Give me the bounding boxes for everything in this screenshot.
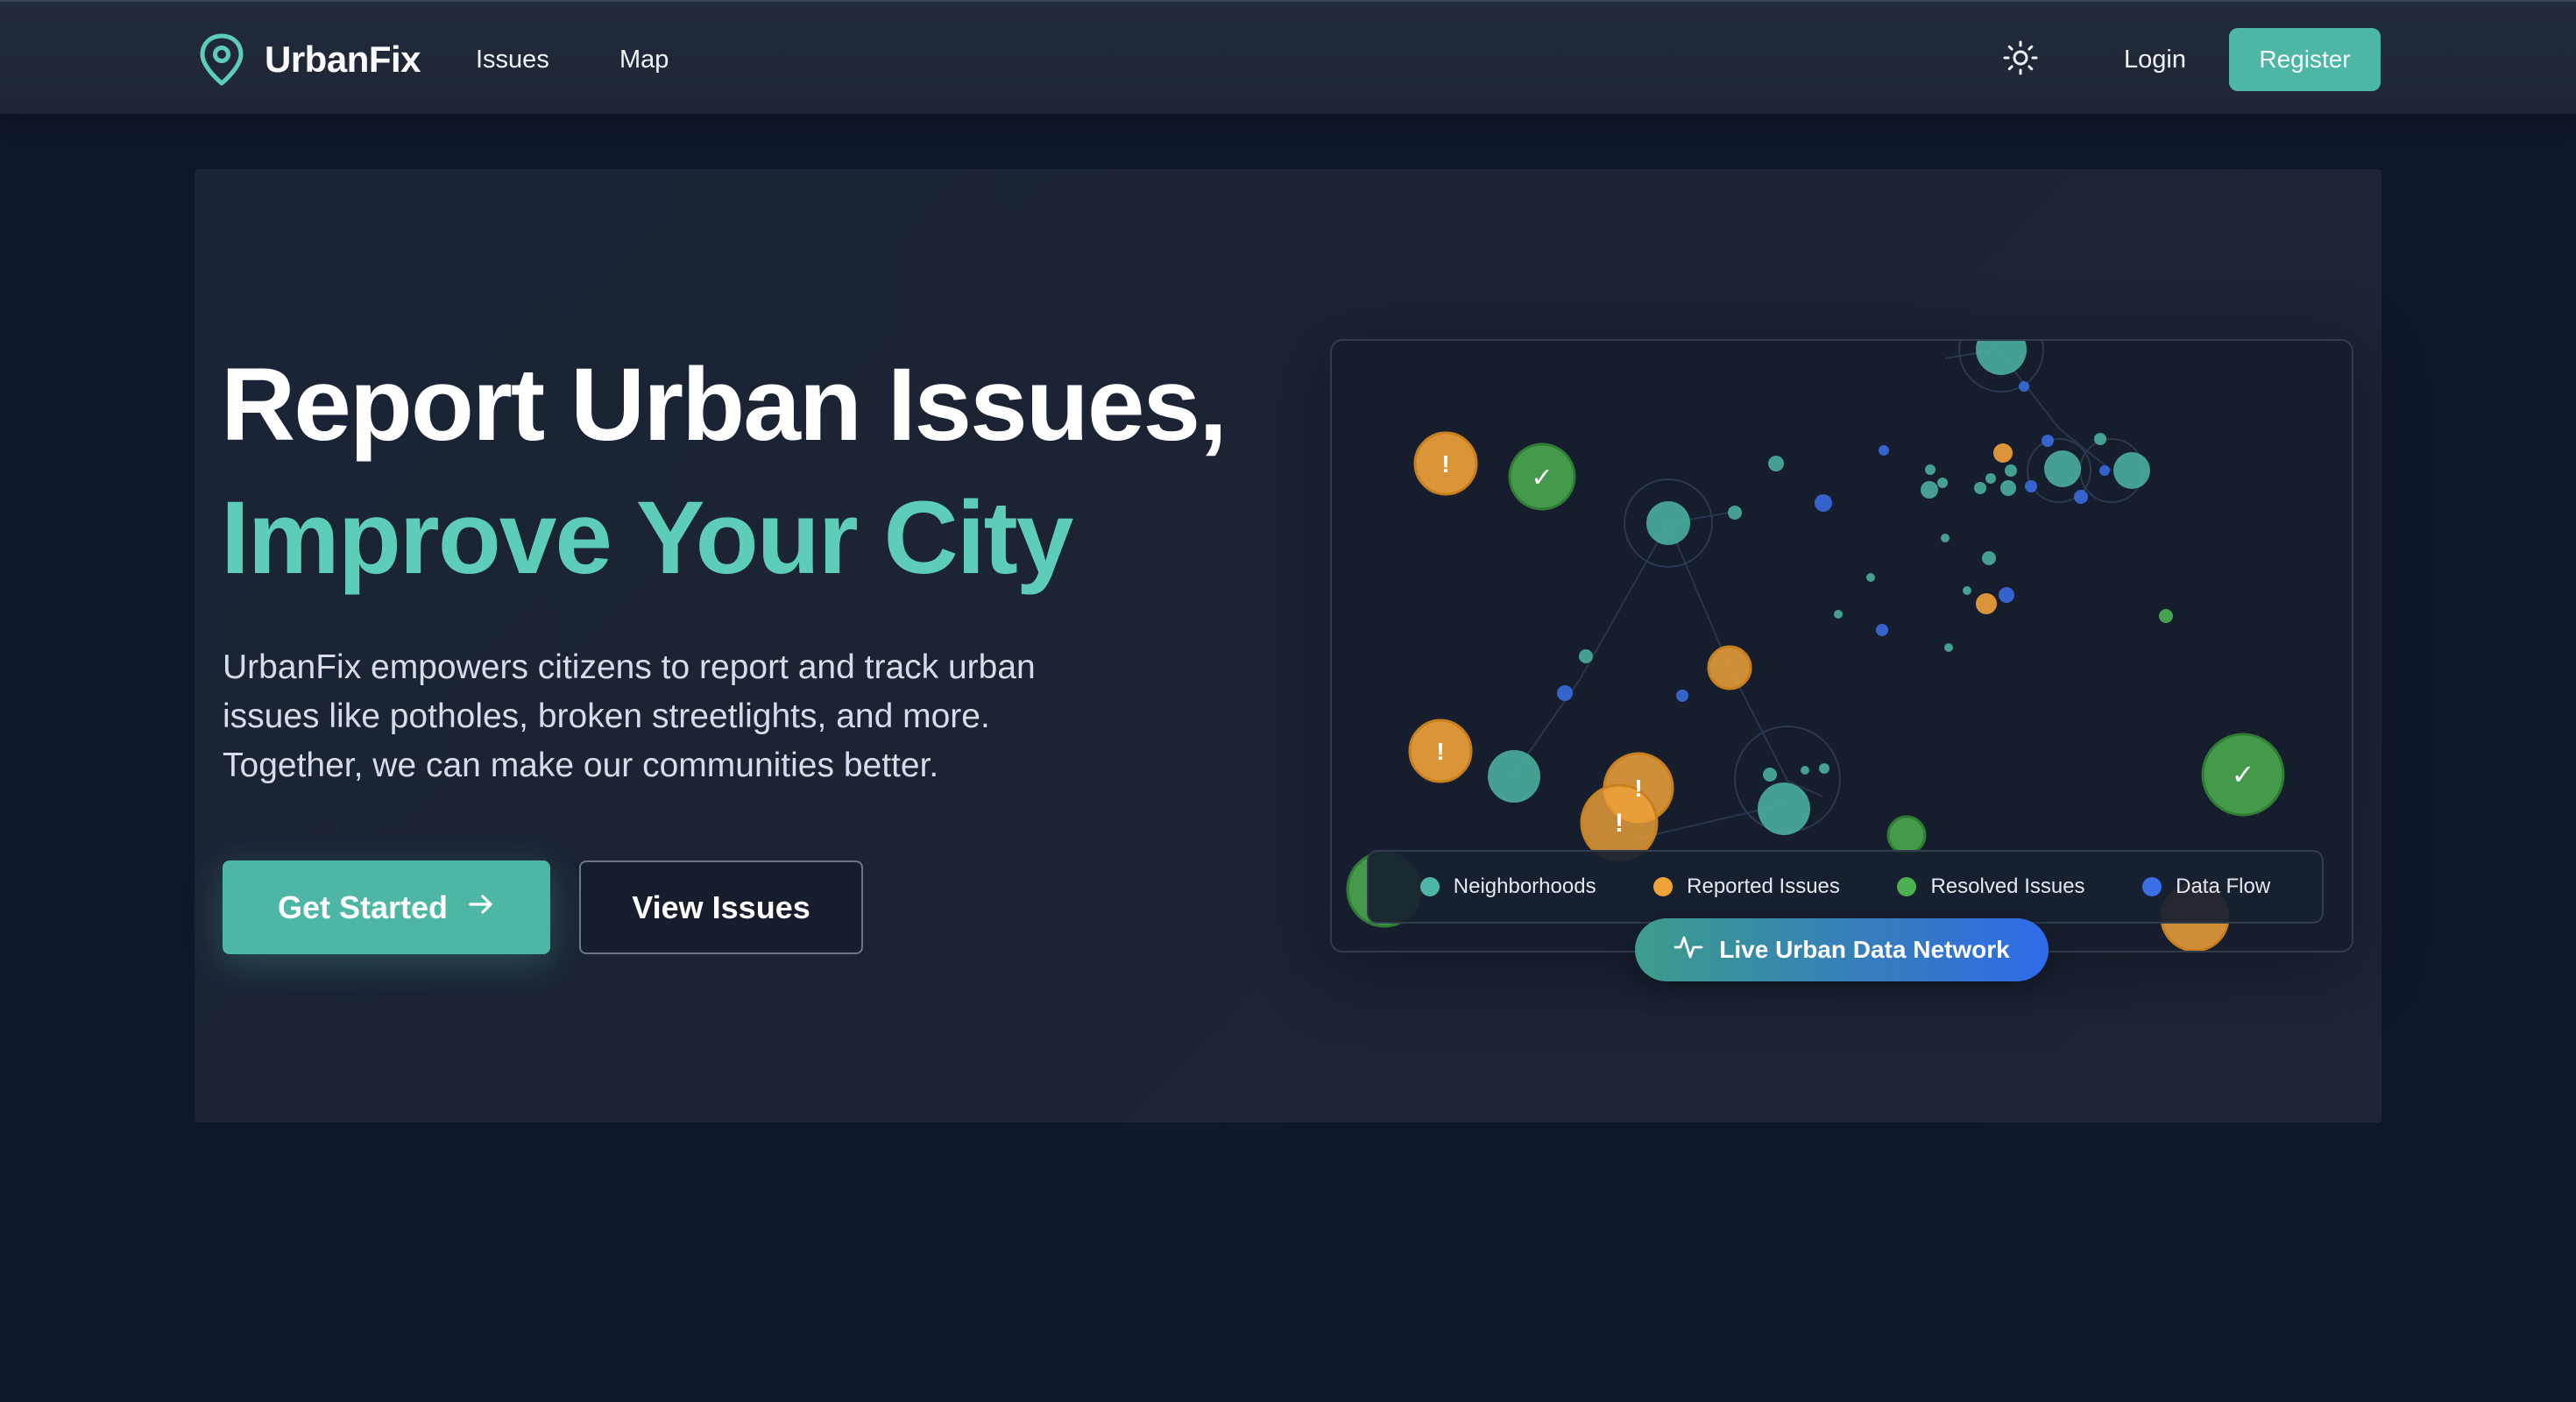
navbar: UrbanFix Issues Map Login Register (0, 0, 2576, 114)
legend-dot (1897, 877, 1917, 896)
theme-toggle-button[interactable] (1999, 39, 2042, 81)
legend-item-resolved-issues: Resolved Issues (1897, 874, 2085, 899)
reported-issue-marker: ! (1634, 775, 1642, 802)
badge-label: Live Urban Data Network (1719, 936, 2010, 963)
legend-dot (2142, 877, 2162, 896)
sun-icon (2003, 40, 2038, 80)
reported-issue-marker: ! (1615, 809, 1624, 838)
activity-icon (1674, 932, 1703, 968)
register-button[interactable]: Register (2229, 28, 2381, 91)
neighborhood-nodes (1488, 341, 2150, 835)
hero-headline-accent: Improve Your City (221, 480, 1073, 596)
login-link[interactable]: Login (2124, 37, 2186, 82)
live-network-badge: Live Urban Data Network (1635, 918, 2049, 981)
legend-label: Neighborhoods (1453, 874, 1596, 898)
map-pin-icon (198, 32, 245, 87)
get-started-label: Get Started (277, 889, 449, 925)
resolved-issue-marker: ✓ (2232, 758, 2255, 791)
resolved-issue-marker: ✓ (1531, 463, 1553, 493)
legend-item-data-flow: Data Flow (2142, 874, 2270, 899)
get-started-button[interactable]: Get Started (223, 860, 550, 954)
legend-dot (1653, 877, 1674, 896)
legend-item-neighborhoods: Neighborhoods (1419, 874, 1596, 899)
brand-name: UrbanFix (265, 39, 421, 80)
network-legend: Neighborhoods Reported Issues Resolved I… (1367, 850, 2324, 924)
legend-dot (1419, 877, 1440, 896)
view-issues-button[interactable]: View Issues (579, 860, 863, 954)
legend-label: Reported Issues (1687, 874, 1840, 898)
brand-link[interactable]: UrbanFix (198, 32, 421, 88)
hero-headline: Report Urban Issues, (221, 347, 1228, 463)
reported-issue-marker: ! (1441, 450, 1449, 478)
data-flow-nodes (1557, 381, 2110, 702)
reported-issue-marker: ! (1436, 738, 1444, 765)
arrow-right-icon (467, 889, 495, 926)
hero-description: UrbanFix empowers citizens to report and… (223, 648, 1036, 784)
nav-link-issues[interactable]: Issues (476, 37, 549, 82)
legend-label: Data Flow (2176, 874, 2271, 898)
nav-link-map[interactable]: Map (619, 37, 669, 82)
legend-label: Resolved Issues (1930, 874, 2085, 898)
legend-item-reported-issues: Reported Issues (1653, 874, 1840, 899)
